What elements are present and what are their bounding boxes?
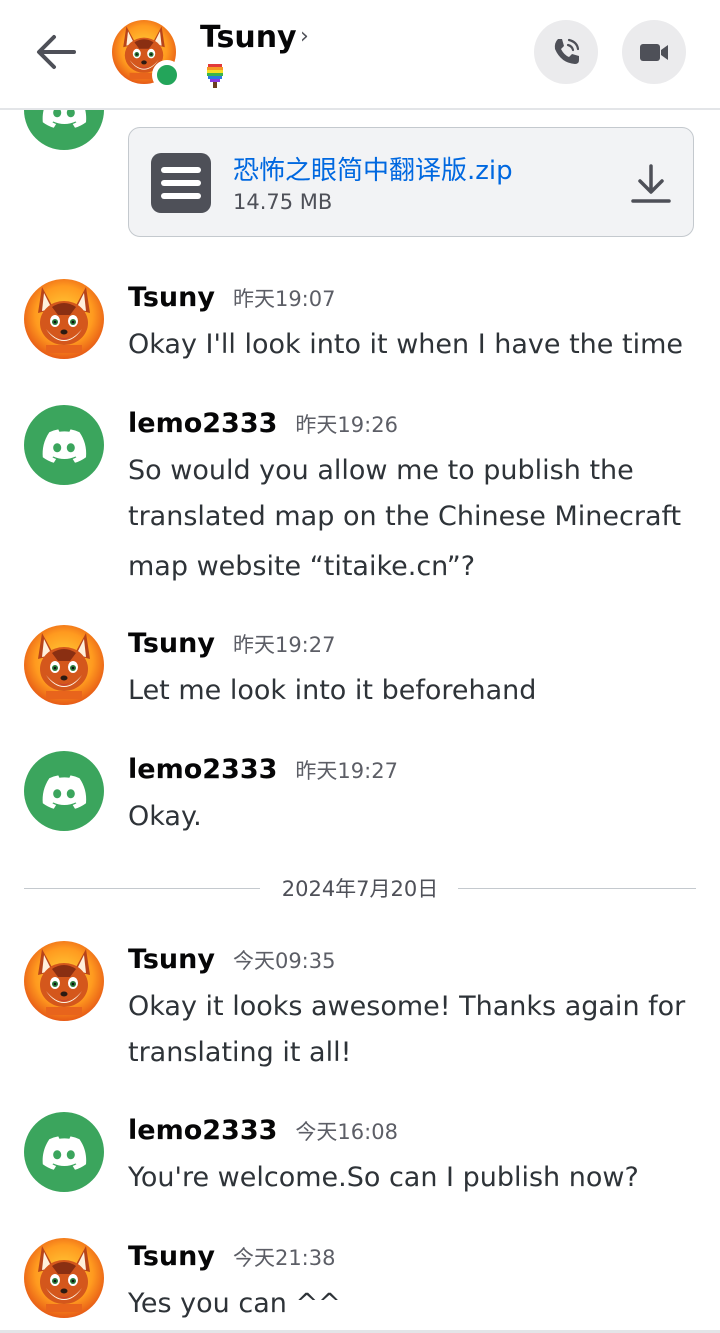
voice-call-button[interactable]	[534, 20, 598, 84]
message-list[interactable]: 恐怖之眼简中翻译版.zip 14.75 MB Tsuny 昨天19:07 Oka…	[0, 110, 720, 1333]
chat-header: Tsuny ›	[0, 0, 720, 110]
message-timestamp: 今天09:35	[232, 949, 336, 973]
phone-icon	[554, 38, 580, 64]
message-author[interactable]: Tsuny	[128, 628, 215, 659]
attachment-file-size: 14.75 MB	[233, 190, 333, 214]
date-divider-label: 2024年7月20日	[281, 877, 439, 901]
message-text: Yes you can ^^	[128, 1288, 341, 1319]
message-timestamp: 今天21:38	[232, 1246, 336, 1270]
attachment-file-name[interactable]: 恐怖之眼简中翻译版.zip	[233, 150, 513, 187]
message[interactable]: lemo2333 昨天19:26 So would you allow me t…	[128, 408, 698, 590]
message-author[interactable]: Tsuny	[128, 944, 215, 975]
message-timestamp: 昨天19:27	[295, 759, 398, 783]
message-timestamp: 昨天19:07	[232, 287, 336, 311]
message-author[interactable]: lemo2333	[128, 754, 277, 785]
message-author[interactable]: Tsuny	[128, 1241, 215, 1272]
message-timestamp: 今天16:08	[295, 1120, 398, 1144]
message-text-line: Okay it looks awesome! Thanks again for	[128, 991, 686, 1022]
arrow-left-icon	[37, 35, 76, 69]
avatar[interactable]	[24, 1112, 104, 1192]
file-attachment[interactable]: 恐怖之眼简中翻译版.zip 14.75 MB	[128, 127, 694, 237]
video-camera-icon	[640, 44, 668, 61]
message-author[interactable]: lemo2333	[128, 1115, 277, 1146]
message-author[interactable]: Tsuny	[128, 282, 215, 313]
avatar[interactable]	[24, 1238, 104, 1318]
message-text-line: map website “titaike.cn”?	[128, 551, 476, 582]
message[interactable]: lemo2333 今天16:08 You're welcome.So can I…	[128, 1115, 698, 1201]
message[interactable]: Tsuny 今天09:35 Okay it looks awesome! Tha…	[128, 944, 698, 1076]
rainbow-ice-cream-icon	[207, 64, 223, 88]
avatar[interactable]	[24, 941, 104, 1021]
avatar[interactable]	[24, 110, 104, 150]
online-status-indicator	[152, 60, 182, 90]
message[interactable]: Tsuny 今天21:38 Yes you can ^^	[128, 1241, 698, 1327]
message-text: Let me look into it beforehand	[128, 675, 537, 706]
message-text: You're welcome.So can I publish now?	[128, 1162, 639, 1193]
message-text-line: So would you allow me to publish the	[128, 455, 634, 486]
date-divider: 2024年7月20日	[24, 873, 696, 903]
back-button[interactable]	[30, 30, 82, 74]
message[interactable]: lemo2333 昨天19:27 Okay.	[128, 754, 698, 840]
avatar[interactable]	[24, 405, 104, 485]
download-icon	[631, 164, 671, 203]
header-title[interactable]: Tsuny	[200, 20, 297, 55]
download-button[interactable]	[629, 161, 673, 205]
message[interactable]: Tsuny 昨天19:27 Let me look into it before…	[128, 628, 698, 714]
message-author[interactable]: lemo2333	[128, 408, 277, 439]
message-text-line: translated map on the Chinese Minecraft	[128, 501, 682, 532]
message-text-line: translating it all!	[128, 1037, 352, 1068]
chevron-right-icon[interactable]: ›	[300, 24, 309, 49]
file-icon	[151, 153, 211, 213]
message-timestamp: 昨天19:27	[232, 633, 336, 657]
video-call-button[interactable]	[622, 20, 686, 84]
message-timestamp: 昨天19:26	[295, 413, 398, 437]
message[interactable]: Tsuny 昨天19:07 Okay I'll look into it whe…	[128, 282, 698, 368]
avatar[interactable]	[24, 625, 104, 705]
avatar[interactable]	[24, 751, 104, 831]
message-text: Okay I'll look into it when I have the t…	[128, 329, 683, 360]
avatar[interactable]	[24, 279, 104, 359]
message-text: Okay.	[128, 801, 202, 832]
